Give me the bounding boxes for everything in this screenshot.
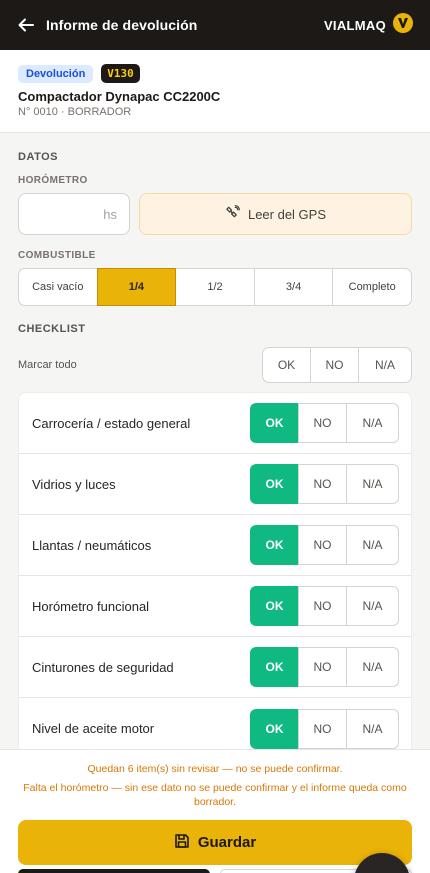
section-checklist-title: CHECKLIST xyxy=(18,323,86,335)
checklist-item-selector: OK NO N/A xyxy=(250,464,399,504)
ok-option[interactable]: OK xyxy=(250,586,299,626)
na-option[interactable]: N/A xyxy=(346,403,399,443)
ok-option[interactable]: OK xyxy=(250,464,299,504)
ok-option[interactable]: OK xyxy=(250,708,299,749)
app-bar: Informe de devolución VIALMAQ xyxy=(0,0,430,50)
checklist-item-selector: OK NO N/A xyxy=(250,708,399,749)
fuel-option-1-2[interactable]: 1/2 xyxy=(175,268,255,306)
brand-shield-icon xyxy=(392,12,414,39)
checklist-item: Vidrios y luces OK NO N/A xyxy=(19,454,411,515)
no-option[interactable]: NO xyxy=(298,403,347,443)
fuel-option-3-4[interactable]: 3/4 xyxy=(253,268,334,306)
fuel-option-casi-vacio[interactable]: Casi vacío xyxy=(18,268,98,306)
checklist-item-selector: OK NO N/A xyxy=(250,525,399,565)
type-badge: Devolución xyxy=(18,64,94,83)
machine-code-badge: V130 xyxy=(101,64,140,83)
no-option[interactable]: NO xyxy=(298,708,347,749)
no-option[interactable]: NO xyxy=(298,647,347,687)
checklist-item: Carrocería / estado general OK NO N/A xyxy=(19,393,411,454)
mark-all-no-button[interactable]: NO xyxy=(310,347,359,383)
checklist-item-selector: OK NO N/A xyxy=(250,403,399,443)
na-option[interactable]: N/A xyxy=(346,586,399,626)
machine-name: Compactador Dynapac CC2200C xyxy=(18,89,221,104)
no-option[interactable]: NO xyxy=(298,525,347,565)
mark-all-ok-button[interactable]: OK xyxy=(262,347,311,383)
save-label: Guardar xyxy=(197,834,257,852)
checklist-item: Cinturones de seguridad OK NO N/A xyxy=(19,637,411,698)
ok-option[interactable]: OK xyxy=(250,525,299,565)
fuel-option-completo[interactable]: Completo xyxy=(332,268,412,306)
save-button[interactable]: Guardar xyxy=(18,820,412,866)
page-title: Informe de devolución xyxy=(46,17,198,33)
checklist-item-selector: OK NO N/A xyxy=(250,647,399,687)
checklist-item-selector: OK NO N/A xyxy=(250,586,399,626)
fuel-level-selector: Casi vacío 1/4 1/2 3/4 Completo xyxy=(18,268,412,306)
checklist-item-label: Horómetro funcional xyxy=(32,598,150,614)
brand-name: VIALMAQ xyxy=(323,17,386,33)
na-option[interactable]: N/A xyxy=(346,464,399,504)
no-option[interactable]: NO xyxy=(298,464,347,504)
horometro-label: HORÓMETRO xyxy=(18,175,88,186)
na-option[interactable]: N/A xyxy=(346,647,399,687)
section-datos-title: DATOS xyxy=(18,151,58,163)
checklist-item: Llantas / neumáticos OK NO N/A xyxy=(19,515,411,576)
read-gps-label: Leer del GPS xyxy=(247,206,327,222)
missing-horometro-warning: Falta el horómetro — sin ese dato no se … xyxy=(23,781,407,809)
satellite-icon xyxy=(225,205,240,223)
action-footer: Quedan 6 item(s) sin revisar — no se pue… xyxy=(0,749,430,873)
na-option[interactable]: N/A xyxy=(346,525,399,565)
horometro-unit: hs xyxy=(103,206,117,222)
checklist-item-label: Vidrios y luces xyxy=(32,476,116,492)
horometro-input[interactable]: hs xyxy=(18,193,130,235)
checklist-item-label: Cinturones de seguridad xyxy=(32,659,174,675)
ok-option[interactable]: OK xyxy=(250,403,299,443)
floppy-disk-icon xyxy=(174,833,190,853)
read-gps-button[interactable]: Leer del GPS xyxy=(139,193,412,235)
mark-all-na-button[interactable]: N/A xyxy=(358,347,412,383)
mark-all-label: Marcar todo xyxy=(18,359,77,371)
na-option[interactable]: N/A xyxy=(346,708,399,749)
secondary-dark-button[interactable] xyxy=(18,869,210,873)
report-meta: N° 0010 · BORRADOR xyxy=(18,106,132,118)
no-option[interactable]: NO xyxy=(298,586,347,626)
ok-option[interactable]: OK xyxy=(250,647,299,687)
mark-all-selector: OK NO N/A xyxy=(262,347,412,383)
report-header: Devolución V130 Compactador Dynapac CC22… xyxy=(0,50,430,133)
fuel-option-1-4[interactable]: 1/4 xyxy=(96,268,177,306)
checklist-item-label: Carrocería / estado general xyxy=(32,415,191,431)
checklist-item-label: Nivel de aceite motor xyxy=(32,721,155,736)
checklist-item: Horómetro funcional OK NO N/A xyxy=(19,576,411,637)
checklist-list: Carrocería / estado general OK NO N/A Vi… xyxy=(18,392,412,760)
back-arrow-icon[interactable] xyxy=(16,15,36,35)
unreviewed-items-warning: Quedan 6 item(s) sin revisar — no se pue… xyxy=(87,763,343,775)
checklist-item-label: Llantas / neumáticos xyxy=(32,537,152,553)
brand-logo: VIALMAQ xyxy=(324,12,414,39)
combustible-label: COMBUSTIBLE xyxy=(18,250,96,261)
